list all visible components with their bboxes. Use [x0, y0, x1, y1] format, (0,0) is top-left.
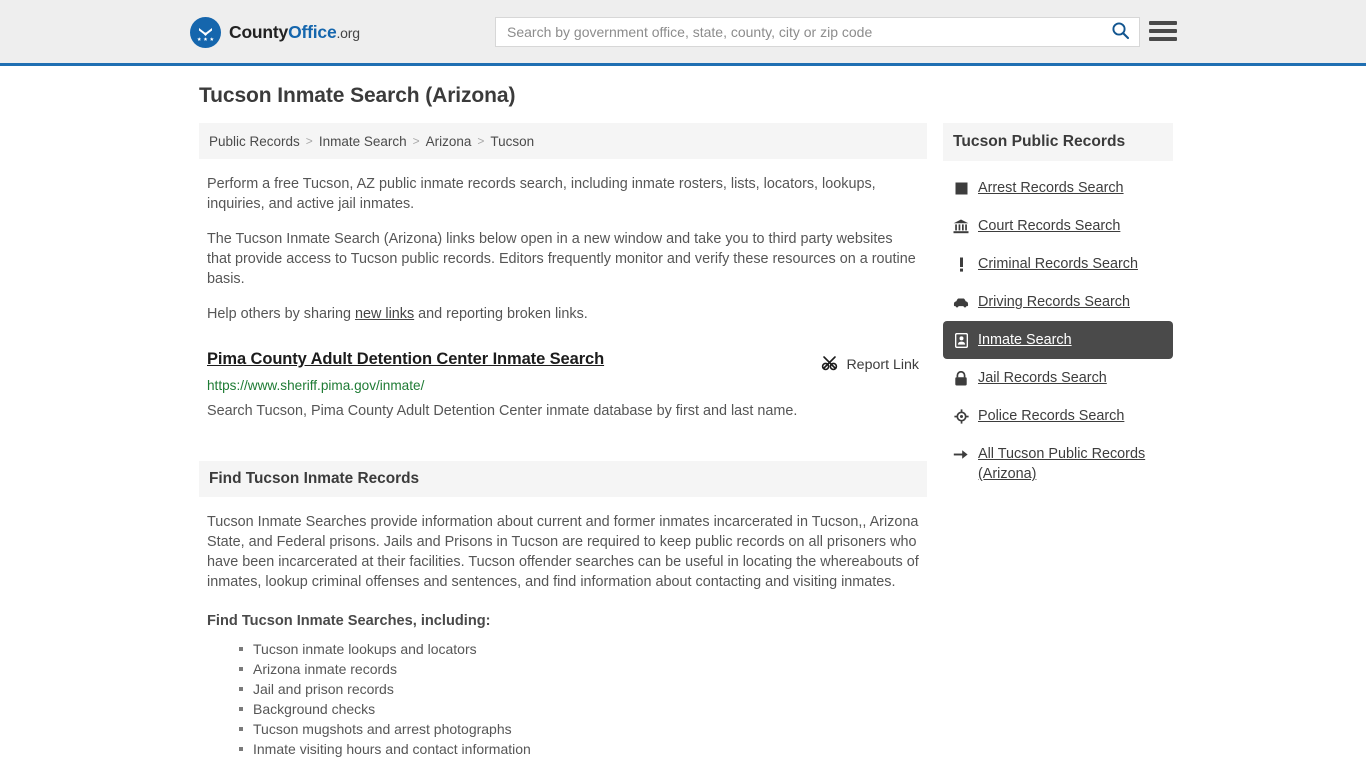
logo-text-org: .org: [336, 25, 360, 41]
eagle-stars-emblem-icon: [190, 17, 221, 48]
breadcrumb-item-public-records[interactable]: Public Records: [209, 134, 300, 149]
result-description: Search Tucson, Pima County Adult Detenti…: [207, 403, 798, 419]
breadcrumb-item-inmate-search[interactable]: Inmate Search: [319, 134, 407, 149]
breadcrumb-separator-2: >: [412, 134, 420, 148]
list-item: Background checks: [239, 699, 927, 719]
sidebar-item-label: All Tucson Public Records (Arizona): [978, 446, 1146, 482]
sidebar-heading-bar: Tucson Public Records: [943, 123, 1173, 161]
intro-paragraph-1: Perform a free Tucson, AZ public inmate …: [207, 176, 876, 212]
sidebar-item-court-records[interactable]: Court Records Search: [943, 207, 1173, 245]
breadcrumb-item-arizona[interactable]: Arizona: [426, 134, 472, 149]
breadcrumb-separator-1: >: [305, 134, 313, 148]
report-link-button[interactable]: Report Link: [821, 354, 919, 375]
padlock-icon: [953, 369, 969, 387]
result-item: Pima County Adult Detention Center Inmat…: [207, 350, 927, 421]
breadcrumb-item-tucson[interactable]: Tucson: [490, 134, 534, 149]
new-links-link[interactable]: new links: [355, 306, 414, 322]
sidebar-item-jail-records[interactable]: Jail Records Search: [943, 359, 1173, 397]
sidebar-item-label: Arrest Records Search: [978, 180, 1124, 196]
hamburger-menu-icon[interactable]: [1149, 17, 1177, 45]
sidebar-item-label: Inmate Search: [978, 332, 1072, 348]
section-body-text: Tucson Inmate Searches provide informati…: [207, 514, 919, 590]
logo-text-office: Office: [288, 22, 337, 42]
menu-bar-2: [1149, 29, 1177, 33]
menu-bar-3: [1149, 37, 1177, 41]
logo-text-county: County: [229, 22, 289, 42]
result-url-link[interactable]: https://www.sheriff.pima.gov/inmate/: [207, 378, 927, 393]
search-input[interactable]: [496, 24, 1101, 40]
fingerprint-icon: [953, 179, 969, 197]
sidebar-item-label: Jail Records Search: [978, 370, 1107, 386]
sidebar-item-police-records[interactable]: Police Records Search: [943, 397, 1173, 435]
main-content: Public Records > Inmate Search > Arizona…: [199, 123, 927, 759]
courthouse-icon: [953, 217, 969, 235]
sidebar-item-label: Driving Records Search: [978, 294, 1130, 310]
share-text-after: and reporting broken links.: [414, 306, 588, 322]
sidebar-links-list: Arrest Records Search Court Records Sear…: [943, 169, 1173, 493]
car-icon: [953, 293, 969, 311]
breadcrumb: Public Records > Inmate Search > Arizona…: [199, 123, 927, 159]
breadcrumb-separator-3: >: [477, 134, 485, 148]
search-bar[interactable]: [495, 17, 1140, 47]
sidebar-item-label: Police Records Search: [978, 408, 1125, 424]
site-header: CountyOffice.org: [0, 0, 1366, 66]
broken-link-icon: [821, 354, 838, 375]
intro-paragraph-2: The Tucson Inmate Search (Arizona) links…: [207, 231, 916, 287]
arrow-right-icon: [953, 445, 969, 463]
page-title: Tucson Inmate Search (Arizona): [199, 84, 516, 107]
police-badge-icon: [953, 407, 969, 425]
sidebar-item-label: Court Records Search: [978, 218, 1121, 234]
share-text-before: Help others by sharing: [207, 306, 355, 322]
search-button[interactable]: [1101, 18, 1139, 46]
sidebar-item-arrest-records[interactable]: Arrest Records Search: [943, 169, 1173, 207]
list-item: Arizona inmate records: [239, 659, 927, 679]
page-body: Tucson Inmate Search (Arizona) Public Re…: [0, 66, 1366, 759]
sidebar: Tucson Public Records Arrest Records Sea…: [943, 123, 1173, 493]
report-link-label: Report Link: [846, 356, 919, 373]
list-item: Tucson mugshots and arrest photographs: [239, 719, 927, 739]
section-subheading: Find Tucson Inmate Searches, including:: [207, 613, 491, 629]
section-heading: Find Tucson Inmate Records: [209, 470, 420, 487]
sidebar-item-criminal-records[interactable]: Criminal Records Search: [943, 245, 1173, 283]
intro-paragraph-3: Help others by sharing new links and rep…: [207, 304, 919, 324]
sidebar-heading: Tucson Public Records: [953, 133, 1126, 150]
sidebar-item-all-public-records[interactable]: All Tucson Public Records (Arizona): [943, 435, 1173, 493]
exclamation-icon: [953, 255, 969, 273]
list-item: Inmate visiting hours and contact inform…: [239, 739, 927, 759]
list-item: Tucson inmate lookups and locators: [239, 639, 927, 659]
search-icon: [1111, 21, 1130, 43]
sidebar-item-inmate-search[interactable]: Inmate Search: [943, 321, 1173, 359]
list-item: Jail and prison records: [239, 679, 927, 699]
site-logo[interactable]: CountyOffice.org: [190, 17, 360, 48]
id-card-icon: [953, 331, 969, 349]
sidebar-item-driving-records[interactable]: Driving Records Search: [943, 283, 1173, 321]
sidebar-item-label: Criminal Records Search: [978, 256, 1138, 272]
menu-bar-1: [1149, 21, 1177, 25]
site-logo-text: CountyOffice.org: [229, 22, 360, 43]
result-title-link[interactable]: Pima County Adult Detention Center Inmat…: [207, 350, 604, 369]
inmate-search-feature-list: Tucson inmate lookups and locators Arizo…: [207, 639, 927, 759]
section-heading-bar: Find Tucson Inmate Records: [199, 461, 927, 497]
